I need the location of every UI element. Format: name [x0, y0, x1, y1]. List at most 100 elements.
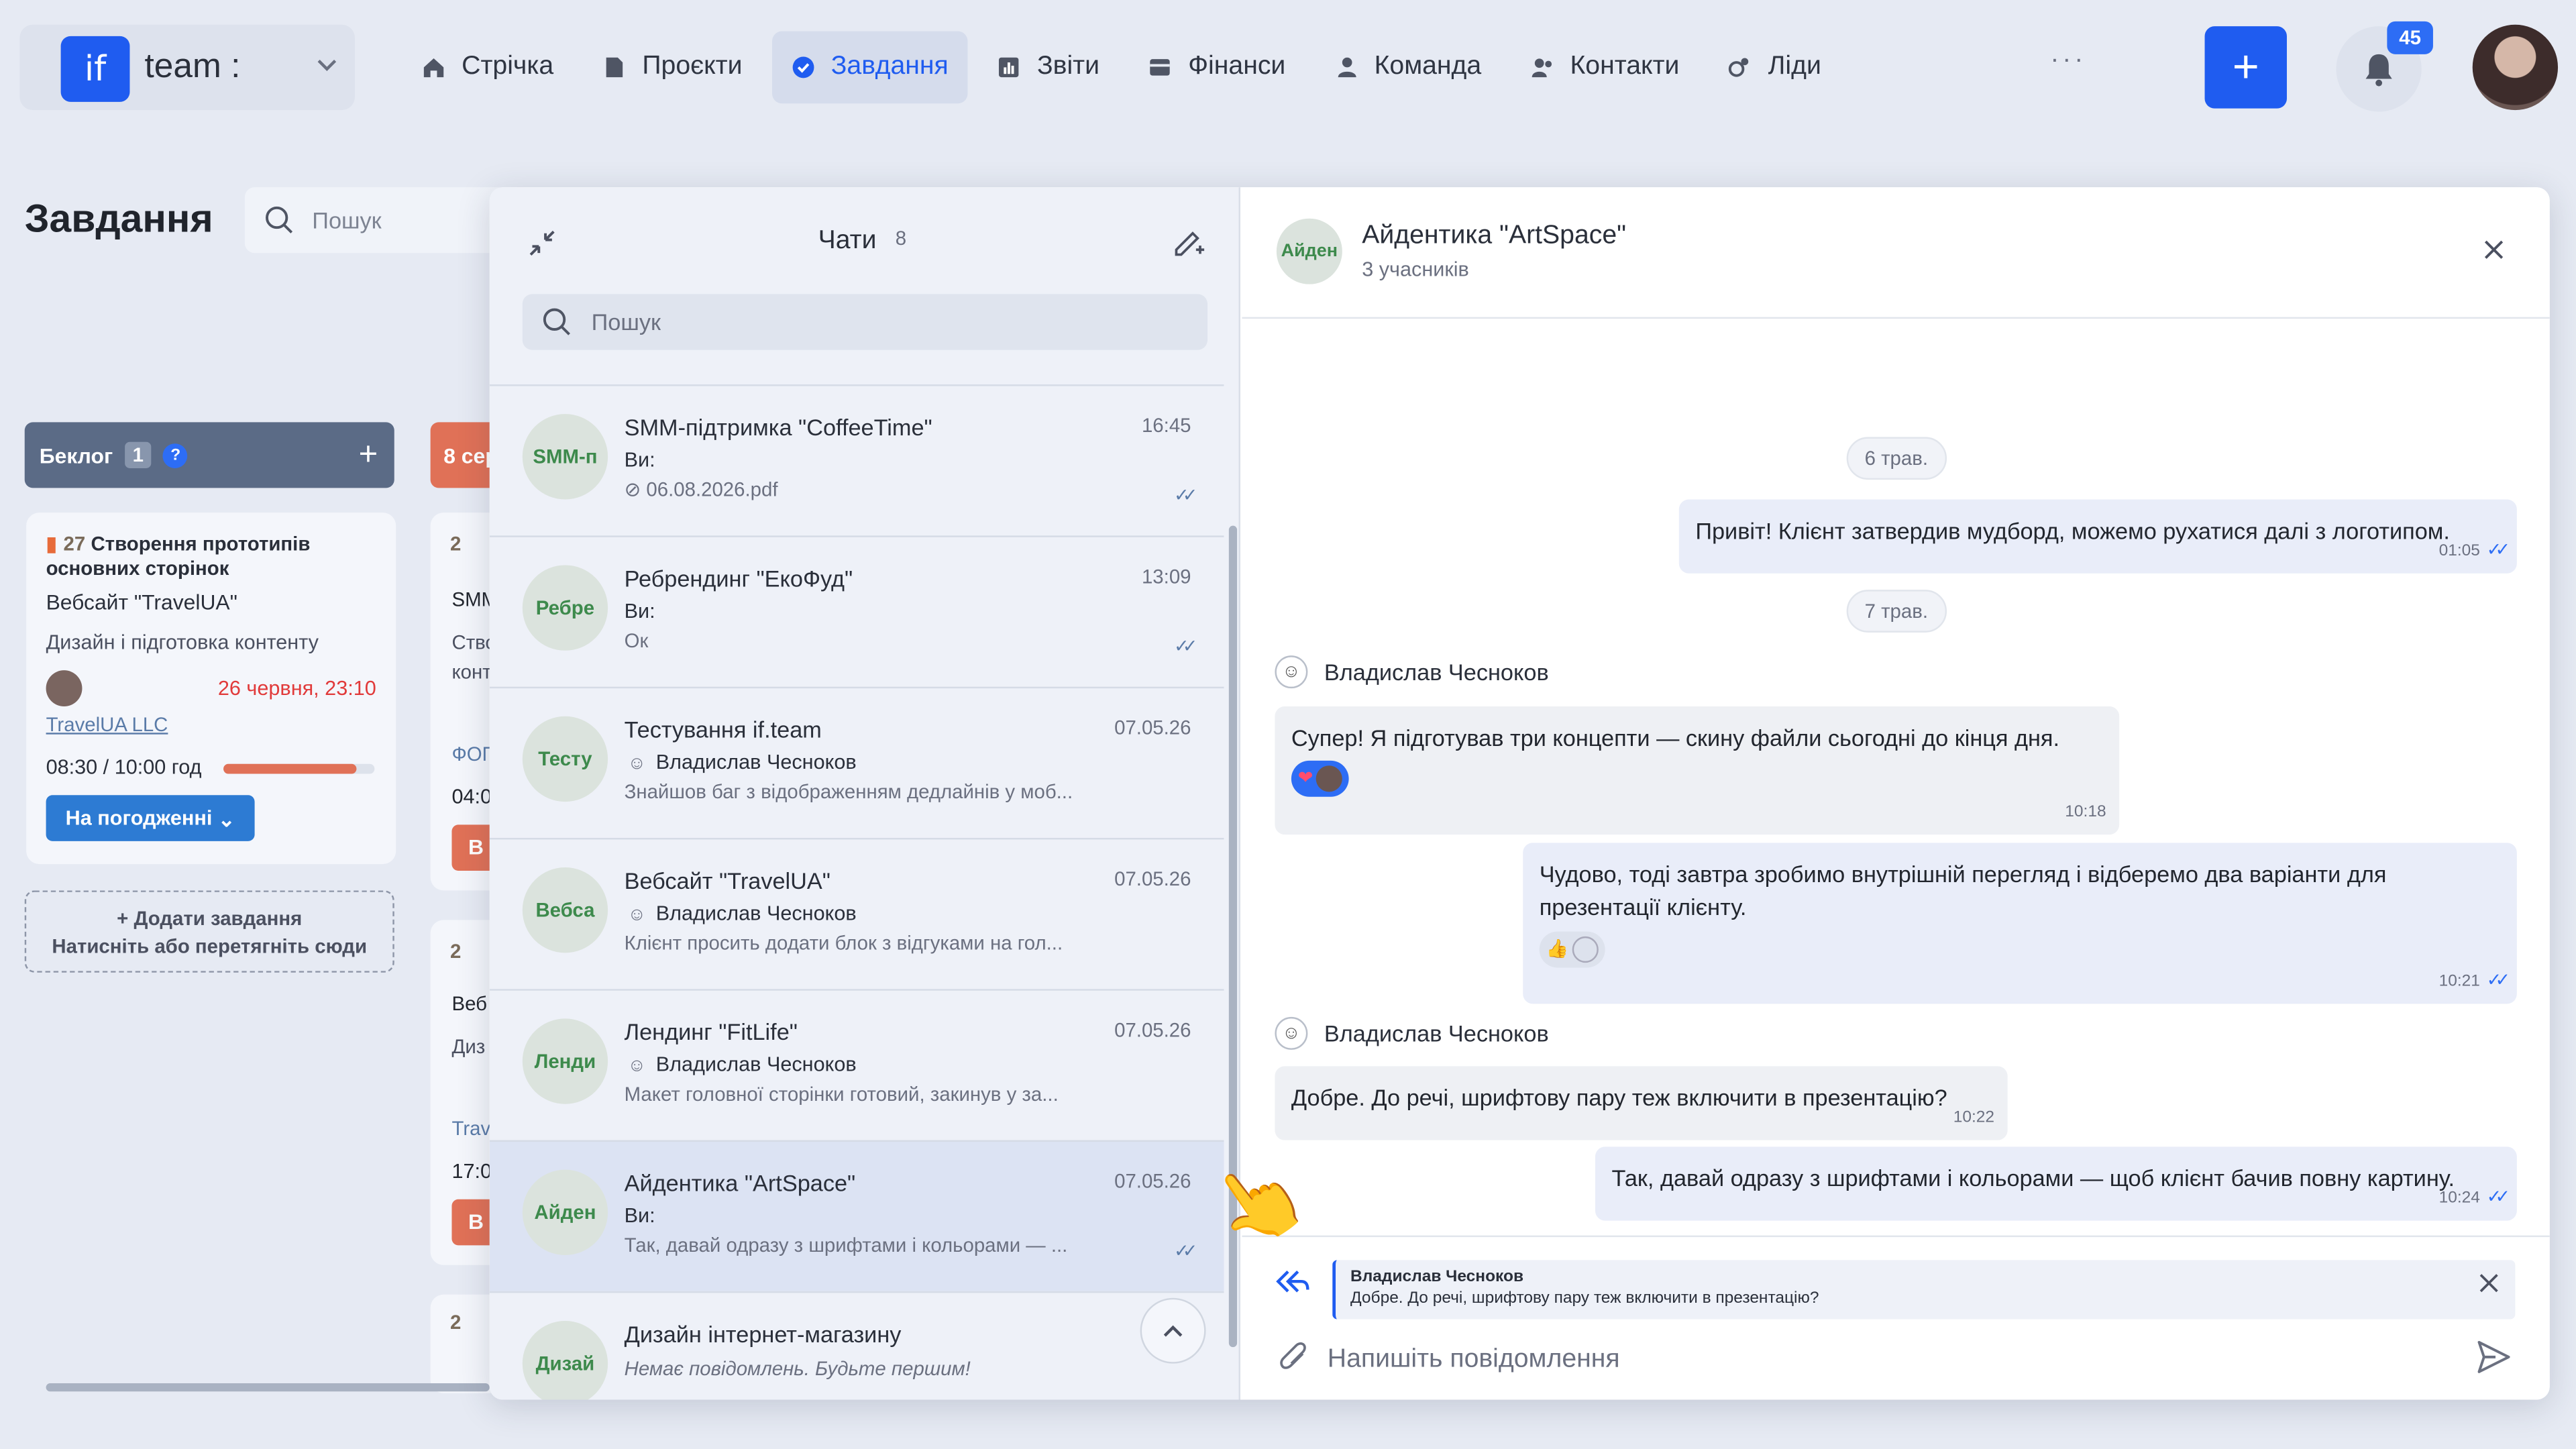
- chat-name: Лендинг "FitLife": [624, 1018, 798, 1045]
- nav-projects[interactable]: Проєкти: [583, 32, 762, 104]
- paperclip-icon: ⊘: [624, 478, 647, 501]
- add-task-hint: Натисніть або перетягніть сюди: [52, 934, 368, 958]
- chat-avatar: Вебса: [522, 867, 608, 953]
- message-input[interactable]: [1327, 1340, 2445, 1381]
- workspace-switcher[interactable]: if team :: [19, 24, 355, 111]
- message-list: 6 трав. Привіт! Клієнт затвердив мудборд…: [1242, 319, 2549, 1236]
- reactor-avatar: [1316, 765, 1343, 792]
- chat-sender: Ви:: [624, 1204, 655, 1228]
- message-bubble-outgoing[interactable]: Чудово, тоді завтра зробимо внутрішній п…: [1523, 843, 2517, 1004]
- peek-text: 2: [450, 1311, 462, 1334]
- chat-time: 07.05.26: [1114, 716, 1191, 740]
- read-check-icon: ✓✓: [2486, 971, 2511, 991]
- board-horizontal-scrollbar[interactable]: [46, 1383, 490, 1392]
- chat-list-item[interactable]: Ребре Ребрендинг "ЕкоФуд" 13:09 Ви: Ок ✓…: [489, 535, 1224, 687]
- send-icon[interactable]: [2474, 1337, 2514, 1377]
- chat-time: 07.05.26: [1114, 1169, 1191, 1193]
- new-chat-icon[interactable]: [1170, 223, 1206, 260]
- chat-name: SMM-підтримка "CoffeeTime": [624, 414, 932, 441]
- more-nav-button[interactable]: ···: [2050, 46, 2086, 76]
- user-avatar[interactable]: [2472, 24, 2559, 111]
- task-progress-bar: [223, 763, 375, 774]
- chat-name: Айдентика "ArtSpace": [624, 1169, 856, 1196]
- date-separator: 6 трав.: [1846, 437, 1946, 480]
- nav-label: Ліди: [1768, 52, 1821, 81]
- chat-list-item[interactable]: Ленди Лендинг "FitLife" 07.05.26 ☺ Владис…: [489, 989, 1224, 1140]
- divider: [1242, 1235, 2550, 1238]
- user-face-icon: ☺: [1275, 655, 1308, 689]
- chat-list-item[interactable]: Вебса Вебсайт "TravelUA" 07.05.26 ☺ Влади…: [489, 837, 1224, 989]
- conversation-members[interactable]: 3 учасників: [1362, 258, 1469, 280]
- chat-list-item[interactable]: SMM-п SMM-підтримка "CoffeeTime" 16:45 В…: [489, 384, 1224, 536]
- nav-team[interactable]: Команда: [1315, 32, 1501, 104]
- chat-time: 07.05.26: [1114, 1018, 1191, 1042]
- chat-name: Тестування if.team: [624, 716, 822, 743]
- chat-list-item[interactable]: Дизай Дизайн інтернет-магазину Немає пов…: [489, 1291, 1224, 1400]
- notifications-badge: 45: [2387, 21, 2433, 54]
- chat-avatar: Айден: [522, 1169, 608, 1256]
- add-task-dropzone[interactable]: + Додати завдання Натисніть або перетягн…: [24, 890, 394, 973]
- conversation-title: Айдентика "ArtSpace": [1362, 221, 1627, 250]
- nav-feed[interactable]: Стрічка: [402, 32, 574, 104]
- chat-name: Вебсайт "TravelUA": [624, 867, 830, 894]
- chat-sender-name: Владислав Чесноков: [655, 902, 857, 925]
- chat-list-item-selected[interactable]: Айден Айдентика "ArtSpace" 07.05.26 Ви: …: [489, 1140, 1224, 1291]
- task-status-dropdown[interactable]: На погодженні ⌄: [46, 795, 255, 841]
- chat-preview: ⊘ 06.08.2026.pdf: [625, 478, 1118, 501]
- chat-time: 13:09: [1141, 565, 1191, 588]
- message-bubble-outgoing[interactable]: Привіт! Клієнт затвердив мудборд, можемо…: [1678, 499, 2517, 574]
- chat-preview: Ок: [624, 629, 649, 653]
- chat-search-input[interactable]: Пошук: [522, 294, 1208, 350]
- bell-icon: [2365, 54, 2392, 87]
- scroll-up-button[interactable]: [1140, 1297, 1206, 1364]
- status-label: На погодженні: [65, 806, 213, 830]
- board-search-input[interactable]: Пошук: [244, 187, 508, 254]
- nav-label: Фінанси: [1188, 52, 1286, 81]
- chat-time: 16:45: [1141, 414, 1191, 437]
- create-button[interactable]: +: [2204, 26, 2287, 109]
- nav-tasks[interactable]: Завдання: [771, 31, 969, 104]
- read-check-icon: ✓✓: [1173, 637, 1198, 657]
- reaction-chip[interactable]: ❤: [1291, 760, 1350, 797]
- chat-sender-name: Владислав Чесноков: [655, 1053, 857, 1077]
- nav-label: Завдання: [830, 52, 949, 81]
- task-progress-fill: [223, 763, 357, 774]
- paperclip-icon[interactable]: [1278, 1339, 1311, 1375]
- message-sender: ☺ Владислав Чесноков: [1275, 1016, 1549, 1050]
- read-check-icon: ✓✓: [2486, 1187, 2511, 1208]
- close-icon[interactable]: [2481, 237, 2507, 263]
- message-bubble-incoming[interactable]: Супер! Я підготував три концепти — скину…: [1275, 706, 2120, 835]
- chat-sender: ☺ Владислав Чесноков: [625, 751, 857, 773]
- nav-leads[interactable]: Ліди: [1709, 32, 1841, 104]
- reaction-chip[interactable]: 👍: [1539, 931, 1605, 968]
- read-check-icon: ✓✓: [1173, 486, 1198, 506]
- peek-text: конт: [451, 660, 492, 684]
- nav-finance[interactable]: Фінанси: [1129, 32, 1305, 104]
- chat-list-item[interactable]: Тесту Тестування if.team 07.05.26 ☺ Влади…: [489, 686, 1224, 838]
- date-separator: 7 трав.: [1846, 590, 1946, 633]
- reply-preview: Владислав Чесноков Добре. До речі, шрифт…: [1332, 1260, 2516, 1320]
- nav-label: Стрічка: [462, 52, 554, 81]
- task-title: ▮ 27 Створення прототипів основних сторін…: [46, 532, 396, 581]
- user-face-icon: ☺: [627, 1056, 647, 1077]
- chat-sender: Ви:: [624, 448, 655, 472]
- nav-reports[interactable]: Звіти: [978, 32, 1120, 104]
- chats-count: 8: [895, 226, 907, 250]
- close-icon[interactable]: [2479, 1273, 2499, 1293]
- peek-text: Trav: [451, 1117, 491, 1140]
- heart-icon: ❤: [1297, 769, 1313, 789]
- task-card[interactable]: ▮ 27 Створення прототипів основних сторін…: [26, 513, 396, 865]
- message-bubble-incoming[interactable]: Добре. До речі, шрифтову пару теж включи…: [1275, 1066, 2008, 1140]
- nav-contacts[interactable]: Контакти: [1511, 32, 1699, 104]
- chat-preview: Немає повідомлень. Будьте першим!: [624, 1356, 971, 1381]
- nav-label: Звіти: [1036, 52, 1100, 81]
- collapse-icon[interactable]: [526, 227, 559, 260]
- message-bubble-outgoing[interactable]: Так, давай одразу з шрифтами і кольорами…: [1595, 1146, 2517, 1221]
- message-meta: 10:18: [2065, 797, 2106, 830]
- task-company-link[interactable]: TravelUA LLC: [46, 713, 168, 736]
- nav-label: Команда: [1374, 52, 1482, 81]
- chat-avatar: Дизай: [522, 1320, 608, 1400]
- add-column-task-button[interactable]: +: [359, 436, 378, 474]
- home-icon: [423, 58, 444, 78]
- help-icon[interactable]: ?: [163, 443, 189, 468]
